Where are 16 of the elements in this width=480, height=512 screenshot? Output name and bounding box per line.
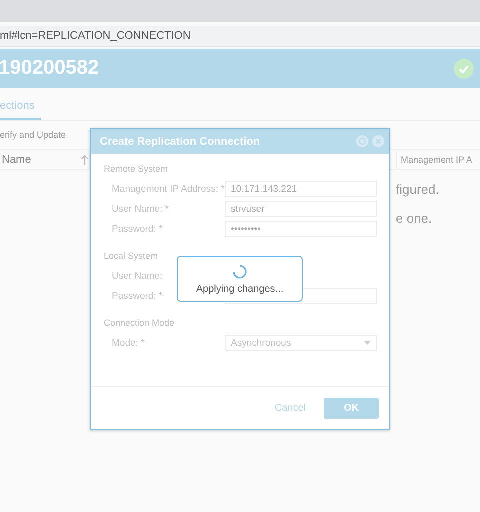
section-heading: Connection Mode <box>104 317 176 330</box>
section-heading: Remote System <box>104 163 170 176</box>
empty-table-message: figured. <box>396 182 440 197</box>
field-label: Mode: * <box>111 338 146 348</box>
field-label: Password: * <box>111 290 164 302</box>
loading-message: Applying changes... <box>196 284 284 295</box>
field-label: User Name: <box>111 270 164 282</box>
column-header-label: Name <box>2 154 32 166</box>
page-title: 190200582 <box>0 57 100 80</box>
dropdown-value: Asynchronous <box>231 338 292 348</box>
field-label: User Name: * <box>111 204 170 214</box>
field-label: Password: * <box>111 224 164 234</box>
dialog-title: Create Replication Connection <box>100 136 260 148</box>
field-label: Management IP Address: * <box>111 184 225 194</box>
section-heading: Local System <box>104 250 160 263</box>
empty-table-message: e one. <box>396 211 432 226</box>
